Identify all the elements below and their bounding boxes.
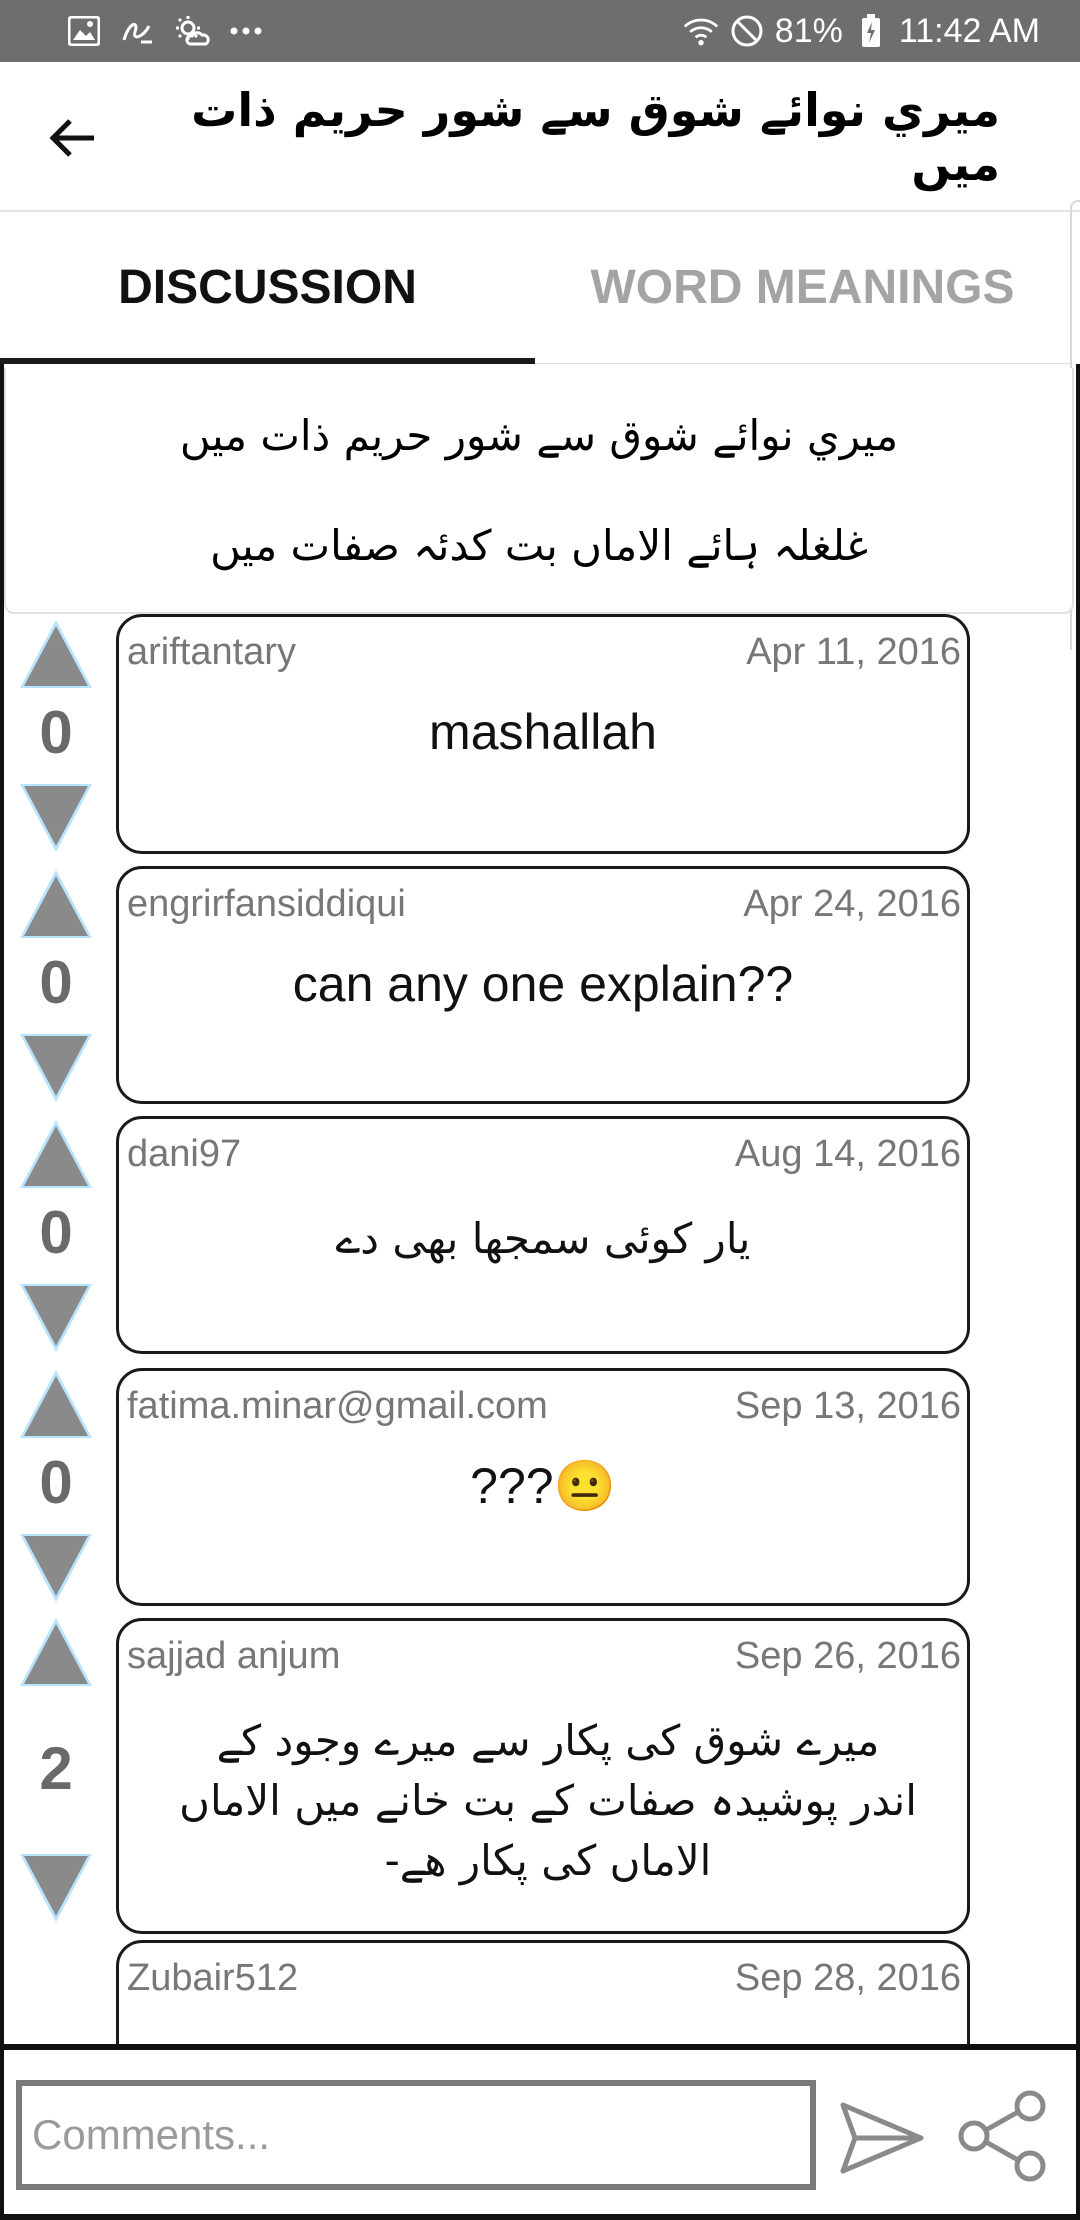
upvote-arrow-icon[interactable]	[18, 866, 94, 942]
upvote-arrow-icon[interactable]	[18, 1116, 94, 1192]
arrow-left-icon	[49, 119, 94, 157]
do-not-disturb-icon	[729, 13, 765, 49]
battery-percent: 81%	[774, 11, 843, 50]
send-button[interactable]	[834, 2094, 930, 2182]
upvote-arrow-icon[interactable]	[18, 1366, 94, 1442]
tab-discussion[interactable]: DISCUSSION	[0, 212, 535, 364]
comment-username[interactable]: engrirfansiddiqui	[127, 883, 406, 926]
comment-date: Apr 11, 2016	[746, 631, 961, 673]
comment-item: 0 dani97 Aug 14, 2016 یار کوئی سمجھا بھی…	[4, 1114, 1076, 1364]
status-bar-notifications	[66, 10, 264, 52]
back-button[interactable]	[36, 102, 108, 174]
verse-line-2: غلغلہ ہائے الاماں بت کدئہ صفات ميں	[210, 520, 868, 570]
app-bar: ميري نوائے شوق سے شور حريم ذات ميں	[0, 62, 1080, 212]
downvote-arrow-icon[interactable]	[18, 1030, 94, 1106]
upvote-arrow-icon[interactable]	[18, 1614, 94, 1690]
comment-text: ???😐	[470, 1458, 616, 1514]
comment-bubble[interactable]: fatima.minar@gmail.com Sep 13, 2016 ???😐	[116, 1368, 970, 1606]
downvote-arrow-icon[interactable]	[18, 1850, 94, 1926]
image-icon	[66, 13, 102, 49]
downvote-arrow-icon[interactable]	[18, 780, 94, 856]
comment-text: mashallah	[429, 704, 657, 760]
comment-bubble[interactable]: engrirfansiddiqui Apr 24, 2016 can any o…	[116, 866, 970, 1104]
downvote-arrow-icon[interactable]	[18, 1280, 94, 1356]
comment-item: Zubair512 Sep 28, 2016	[4, 1940, 1076, 2044]
comment-input[interactable]	[16, 2080, 816, 2190]
comment-date: Apr 24, 2016	[743, 883, 961, 925]
status-bar-system: 81% 11:42 AM	[683, 10, 1040, 52]
cursive-icon	[120, 13, 156, 49]
downvote-arrow-icon[interactable]	[18, 1530, 94, 1606]
discussion-panel[interactable]: ميري نوائے شوق سے شور حريم ذات ميں غلغلہ…	[0, 364, 1080, 2044]
comment-username[interactable]: dani97	[127, 1133, 241, 1176]
wifi-icon	[683, 13, 719, 49]
vote-count: 0	[39, 1199, 73, 1266]
share-button[interactable]	[952, 2086, 1052, 2186]
comment-item: 0 engrirfansiddiqui Apr 24, 2016 can any…	[4, 864, 1076, 1114]
comment-text: میرے شوق کی پکار سے میرے وجود کے اندر پو…	[179, 1716, 917, 1885]
vote-count: 0	[39, 699, 73, 766]
comment-item: 0 ariftantary Apr 11, 2016 mashallah	[4, 614, 1076, 864]
comment-username[interactable]: fatima.minar@gmail.com	[127, 1385, 548, 1428]
vote-count: 0	[39, 949, 73, 1016]
vote-count: 2	[39, 1735, 73, 1802]
comment-text: یار کوئی سمجھا بھی دے	[335, 1214, 751, 1263]
tab-bar: DISCUSSION WORD MEANINGS	[0, 212, 1070, 364]
comment-item: 2 sajjad anjum Sep 26, 2016 میرے شوق کی …	[4, 1614, 1076, 1940]
vote-count: 0	[39, 1449, 73, 1516]
comment-username[interactable]: ariftantary	[127, 631, 296, 674]
verse-card: ميري نوائے شوق سے شور حريم ذات ميں غلغلہ…	[4, 368, 1074, 614]
comment-text: can any one explain??	[292, 956, 794, 1012]
comment-date: Sep 13, 2016	[734, 1385, 961, 1427]
verse-line-1: ميري نوائے شوق سے شور حريم ذات ميں	[179, 410, 899, 460]
comment-bubble[interactable]: Zubair512 Sep 28, 2016	[116, 1940, 970, 2044]
comment-bubble[interactable]: dani97 Aug 14, 2016 یار کوئی سمجھا بھی د…	[116, 1116, 970, 1354]
battery-charging-icon	[853, 13, 889, 49]
status-bar: 81% 11:42 AM	[0, 0, 1080, 62]
sun-cloud-icon	[174, 13, 210, 49]
clock: 11:42 AM	[898, 11, 1040, 50]
comment-date: Aug 14, 2016	[734, 1133, 961, 1175]
comment-date: Sep 28, 2016	[734, 1957, 961, 1999]
comment-composer	[0, 2044, 1080, 2220]
comment-bubble[interactable]: ariftantary Apr 11, 2016 mashallah	[116, 614, 970, 854]
share-icon	[958, 2090, 1046, 2182]
send-icon	[840, 2102, 924, 2174]
tab-word-meanings[interactable]: WORD MEANINGS	[535, 212, 1070, 363]
comment-username[interactable]: Zubair512	[127, 1957, 298, 2000]
comment-item: 0 fatima.minar@gmail.com Sep 13, 2016 ??…	[4, 1364, 1076, 1614]
comment-date: Sep 26, 2016	[734, 1635, 961, 1677]
upvote-arrow-icon[interactable]	[18, 616, 94, 692]
comment-username[interactable]: sajjad anjum	[127, 1635, 340, 1678]
more-dots-icon	[228, 13, 264, 49]
page-title: ميري نوائے شوق سے شور حريم ذات ميں	[191, 83, 1000, 191]
comment-bubble[interactable]: sajjad anjum Sep 26, 2016 میرے شوق کی پک…	[116, 1618, 970, 1934]
